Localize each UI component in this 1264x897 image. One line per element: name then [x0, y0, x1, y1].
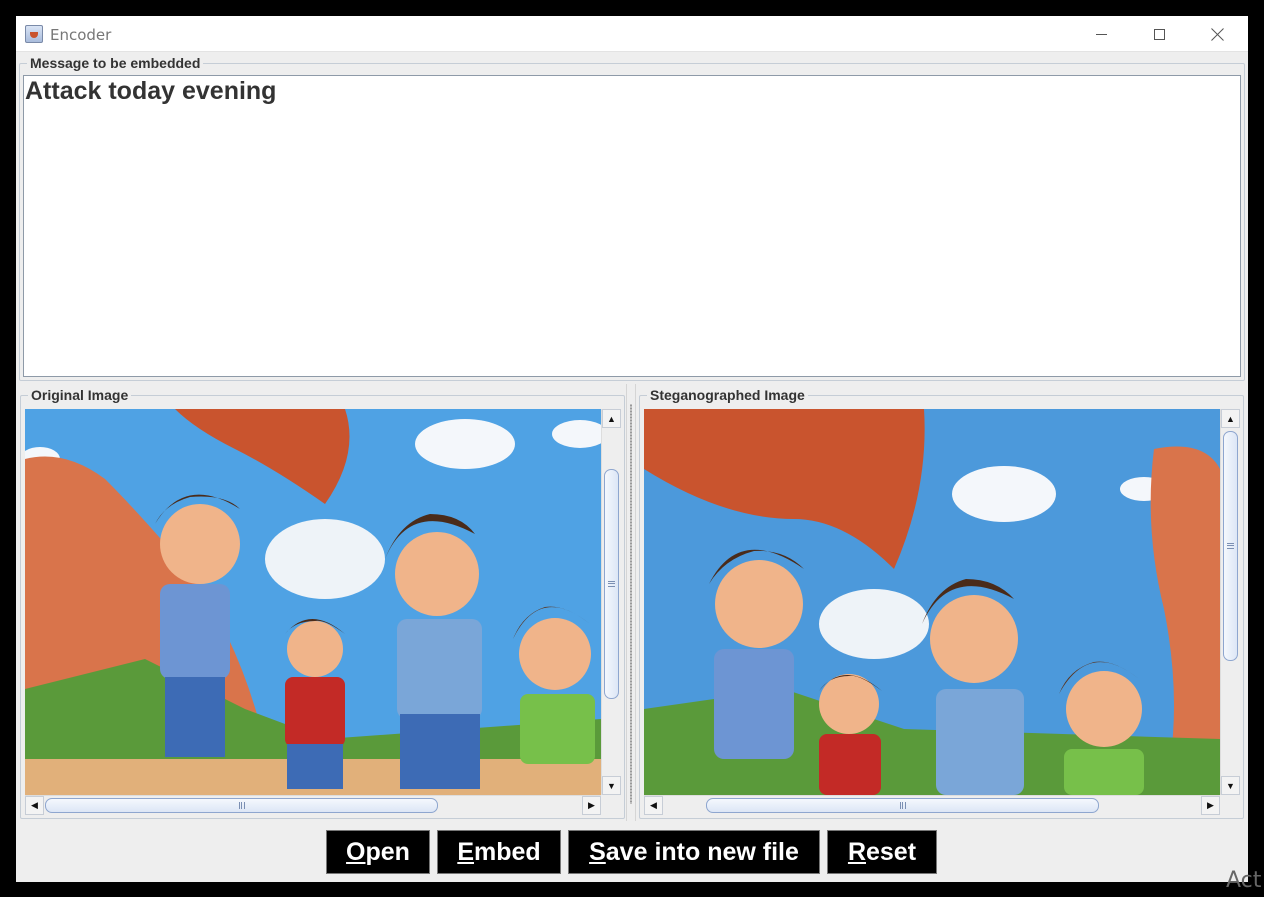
scroll-down-icon[interactable]: ▼	[1221, 776, 1240, 795]
window-title: Encoder	[50, 26, 112, 44]
java-app-icon	[25, 25, 43, 43]
reset-label: eset	[866, 837, 917, 866]
steganographed-vertical-scrollbar[interactable]: ▲ ▼	[1220, 409, 1240, 795]
maximize-button[interactable]	[1130, 16, 1188, 52]
steganographed-horizontal-scrollbar[interactable]: ◀ ▶	[644, 795, 1220, 815]
stego-boy-middle	[819, 674, 882, 795]
steganographed-horizontal-thumb[interactable]	[706, 798, 1099, 813]
message-textarea[interactable]	[23, 75, 1241, 377]
scroll-left-icon[interactable]: ◀	[25, 796, 44, 815]
steganographed-vertical-thumb[interactable]	[1223, 431, 1238, 661]
original-image-viewport	[25, 409, 601, 795]
split-pane-divider[interactable]	[626, 384, 636, 821]
steganographed-image	[644, 409, 1220, 795]
scroll-left-icon[interactable]: ◀	[644, 796, 663, 815]
open-button[interactable]: Open	[326, 830, 430, 874]
steganographed-image-label: Steganographed Image	[647, 387, 808, 403]
original-image-label: Original Image	[28, 387, 132, 403]
scroll-down-icon[interactable]: ▼	[602, 776, 621, 795]
open-label: pen	[365, 837, 410, 866]
save-mnemonic: S	[589, 837, 606, 866]
scroll-right-icon[interactable]: ▶	[582, 796, 601, 815]
minimize-icon	[1095, 33, 1107, 35]
image-split-pane: Original Image ▲ ▼ ◀ ▶ Steganographed Im…	[16, 384, 1248, 822]
stego-boy-left	[709, 549, 804, 759]
scroll-up-icon[interactable]: ▲	[1221, 409, 1240, 428]
steganographed-image-pane: Steganographed Image ▲ ▼ ◀ ▶	[637, 384, 1246, 821]
save-label: ave into new file	[605, 837, 799, 866]
message-group: Message to be embedded	[19, 55, 1245, 381]
embed-mnemonic: E	[457, 837, 474, 866]
open-mnemonic: O	[346, 837, 366, 866]
title-bar: Encoder	[16, 16, 1248, 52]
original-image-group: Original Image ▲ ▼ ◀ ▶	[20, 387, 625, 819]
reset-mnemonic: R	[847, 837, 866, 866]
scroll-right-icon[interactable]: ▶	[1201, 796, 1220, 815]
close-button[interactable]	[1188, 16, 1246, 52]
scroll-up-icon[interactable]: ▲	[602, 409, 621, 428]
original-horizontal-thumb[interactable]	[45, 798, 438, 813]
boy-middle	[285, 619, 345, 789]
maximize-icon	[1153, 28, 1165, 40]
minimize-button[interactable]	[1072, 16, 1130, 52]
activation-watermark: Act	[1226, 868, 1262, 893]
embed-label: mbed	[474, 837, 541, 866]
original-horizontal-scrollbar[interactable]: ◀ ▶	[25, 795, 601, 815]
close-icon	[1211, 28, 1224, 41]
original-image	[25, 409, 601, 795]
action-button-bar: Open Embed Save into new file Reset	[16, 830, 1248, 876]
original-image-pane: Original Image ▲ ▼ ◀ ▶	[18, 384, 625, 821]
reset-button[interactable]: Reset	[827, 830, 937, 874]
encoder-window: Encoder Message to be embedded Original …	[16, 16, 1248, 882]
embed-button[interactable]: Embed	[437, 830, 561, 874]
original-vertical-thumb[interactable]	[604, 469, 619, 699]
message-group-label: Message to be embedded	[27, 55, 204, 71]
save-into-new-file-button[interactable]: Save into new file	[568, 830, 820, 874]
steganographed-image-viewport	[644, 409, 1220, 795]
original-vertical-scrollbar[interactable]: ▲ ▼	[601, 409, 621, 795]
steganographed-image-group: Steganographed Image ▲ ▼ ◀ ▶	[639, 387, 1244, 819]
